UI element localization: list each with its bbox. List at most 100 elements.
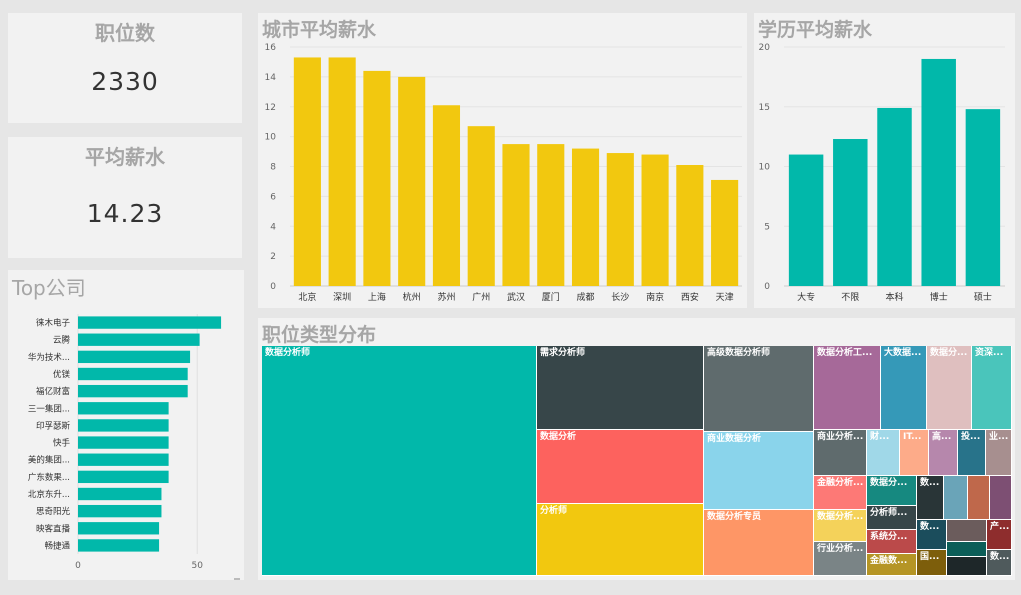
treemap-label: 高级数据分析师 — [707, 348, 771, 358]
treemap-label: 资深... — [975, 348, 1004, 358]
scrollbar[interactable] — [234, 578, 240, 580]
x-tick-label: 50 — [192, 561, 204, 571]
treemap-cell[interactable]: 数... — [987, 550, 1012, 576]
x-tick-label: 大专 — [797, 291, 815, 303]
treemap-label: 分析师... — [870, 508, 908, 518]
y-tick-label: 畅捷通 — [44, 540, 70, 551]
y-tick-label: 三一集团... — [28, 403, 70, 414]
treemap-cell[interactable]: 金融数... — [867, 554, 917, 576]
x-tick-label: 苏州 — [437, 291, 455, 303]
treemap-cell[interactable]: 系统分... — [867, 530, 917, 554]
y-tick-label: 12 — [265, 103, 276, 113]
treemap-cell[interactable]: 数据分析师 — [262, 346, 537, 576]
kpi-title: 平均薪水 — [85, 145, 165, 169]
x-tick-label: 深圳 — [333, 292, 351, 303]
bar — [78, 453, 169, 466]
bar — [606, 153, 634, 286]
y-tick-label: 14 — [265, 73, 277, 83]
treemap-label: 数据分... — [870, 478, 908, 488]
treemap-label: 需求分析师 — [540, 348, 586, 358]
treemap-cell[interactable]: 行业分析... — [814, 542, 867, 576]
bar — [537, 144, 565, 286]
treemap-cell[interactable]: 高级数据分析师 — [704, 346, 814, 432]
bar — [833, 139, 868, 286]
treemap-cell[interactable] — [947, 557, 987, 576]
x-tick-label: 北京 — [298, 291, 316, 303]
y-tick-label: 徕木电子 — [36, 318, 71, 329]
kpi-value: 2330 — [91, 67, 159, 96]
y-tick-label: 4 — [270, 222, 276, 232]
treemap-cell[interactable]: 分析师 — [537, 504, 704, 576]
treemap-cell[interactable]: 数据分... — [867, 476, 917, 506]
y-tick-label: 0 — [764, 282, 770, 292]
bar — [78, 539, 160, 552]
bar — [788, 154, 824, 286]
treemap-cell[interactable] — [990, 476, 1012, 520]
treemap-cell[interactable]: 财... — [867, 430, 900, 476]
x-tick-label: 厦门 — [542, 291, 560, 303]
y-tick-label: 快手 — [53, 438, 71, 449]
bar — [78, 402, 169, 415]
treemap-cell[interactable]: 商业分析... — [814, 430, 867, 476]
treemap-cell[interactable]: IT... — [900, 430, 929, 476]
bar — [571, 148, 600, 286]
treemap-cell[interactable]: 业... — [986, 430, 1012, 476]
kpi-value: 14.23 — [86, 199, 164, 228]
treemap-cell[interactable] — [947, 542, 987, 557]
y-tick-label: 映客直播 — [36, 523, 71, 534]
treemap-cell[interactable]: 金融分析... — [814, 476, 867, 510]
bar — [921, 58, 956, 287]
treemap-label: 数... — [920, 522, 940, 532]
treemap-cell[interactable]: 数据分析... — [814, 510, 867, 542]
city-salary-card: 城市平均薪水 0 2 4 6 8 10 12 14 16 北京 深圳 上海 杭州 苏州 广州 武汉 厦门 成都 长沙… — [258, 13, 747, 308]
treemap-cell[interactable]: 分析师... — [867, 506, 917, 530]
treemap-label: 分析师 — [540, 506, 568, 516]
y-tick-label: 10 — [759, 163, 771, 173]
x-tick-label: 0 — [75, 561, 81, 571]
treemap-label: 数据分... — [930, 348, 968, 358]
y-tick-label: 0 — [270, 282, 276, 292]
x-tick-label: 杭州 — [403, 291, 421, 303]
treemap-cell[interactable]: 产... — [987, 520, 1012, 550]
treemap-cell[interactable] — [944, 476, 968, 520]
treemap-label: 产... — [990, 522, 1010, 532]
x-tick-label: 成都 — [577, 291, 595, 303]
treemap-label: 数... — [920, 478, 940, 488]
y-tick-label: 北京东升... — [28, 489, 70, 500]
treemap-cell[interactable]: 数... — [917, 520, 947, 550]
x-tick-label: 天津 — [716, 292, 734, 303]
treemap-label: 业... — [989, 432, 1009, 442]
treemap-cell[interactable]: 资深... — [972, 346, 1012, 430]
y-tick-label: 15 — [759, 103, 770, 113]
treemap-label: 系统分... — [870, 532, 908, 542]
x-tick-label: 不限 — [841, 292, 859, 303]
treemap-cell[interactable]: 需求分析师 — [537, 346, 704, 430]
treemap-cell[interactable]: 数据分... — [927, 346, 972, 430]
top-company-chart: 0 50 徕木电子云腾华为技术... 优镁福亿财富三一集团... 印孚瑟斯快手美的集团.… — [28, 314, 222, 571]
bar — [293, 57, 321, 286]
bar — [78, 504, 162, 518]
y-tick-label: 6 — [270, 192, 276, 202]
treemap-cell[interactable]: 数据分析工... — [814, 346, 881, 430]
bar — [363, 70, 391, 287]
bar — [78, 316, 222, 329]
job-type-card: 职位类型分布 数据分析师 需求分析师 数据分析 分析师 高级数据分析师 商业数据分析 数据分… — [258, 318, 1015, 580]
treemap-cell[interactable]: 数据分析专员 — [704, 510, 814, 576]
bar — [467, 126, 495, 286]
treemap-cell[interactable] — [947, 520, 987, 542]
treemap-cell[interactable] — [968, 476, 990, 520]
treemap-cell[interactable]: 商业数据分析 — [704, 432, 814, 510]
x-tick-label: 长沙 — [611, 291, 629, 303]
treemap-label: 数据分析专员 — [707, 512, 762, 522]
treemap-cell[interactable]: 数据分析 — [537, 430, 704, 504]
treemap-label: 大数据... — [884, 348, 922, 358]
treemap-cell[interactable]: 投... — [958, 430, 986, 476]
x-tick-label: 本科 — [885, 291, 903, 303]
treemap-cell[interactable]: 大数据... — [881, 346, 927, 430]
kpi-title: 职位数 — [95, 21, 155, 45]
treemap-cell[interactable]: 国... — [917, 550, 947, 576]
treemap-cell[interactable]: 高... — [929, 430, 958, 476]
job-type-treemap: 数据分析师 需求分析师数据分析分析师 高级数据分析师商业数据分析数据分析专员 数据分析… — [262, 346, 1012, 576]
treemap-cell[interactable]: 数... — [917, 476, 944, 520]
bar — [502, 144, 530, 286]
